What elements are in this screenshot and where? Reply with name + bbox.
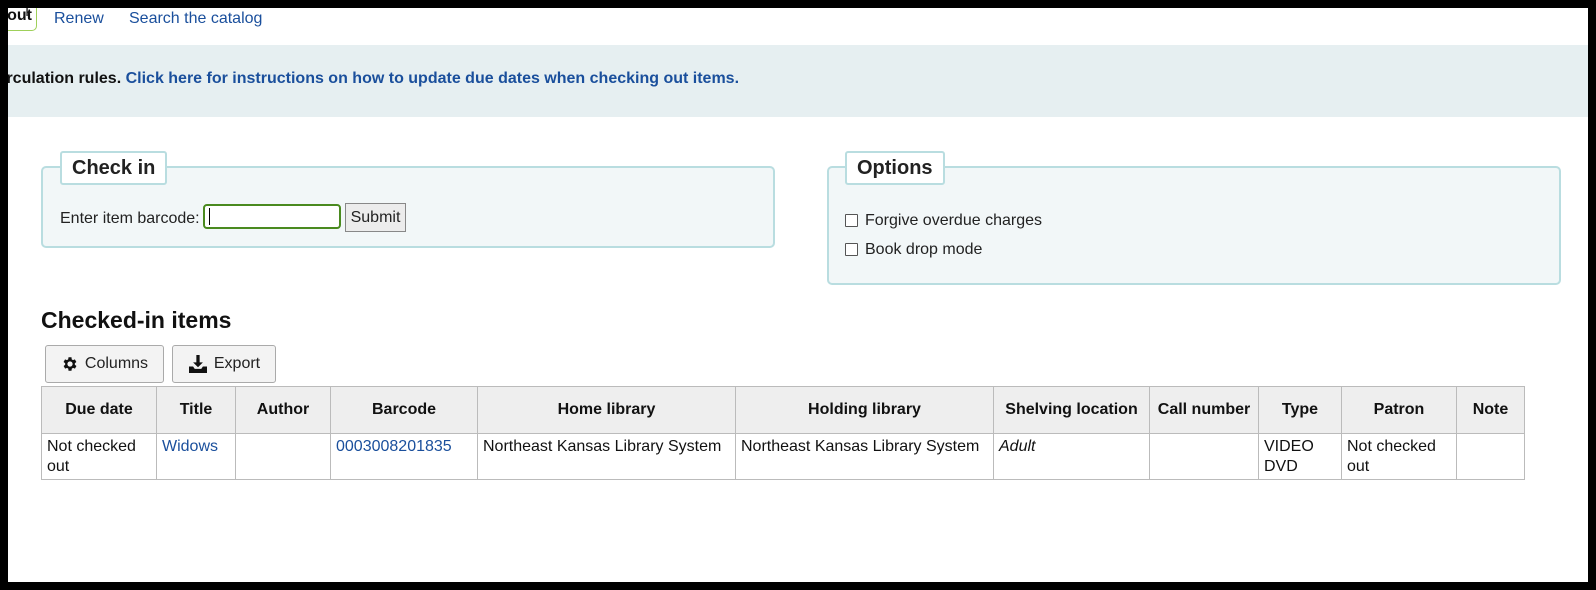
submit-button[interactable]: Submit xyxy=(345,203,406,232)
download-icon xyxy=(188,355,207,373)
header-patron[interactable]: Patron xyxy=(1341,386,1457,434)
header-note[interactable]: Note xyxy=(1456,386,1525,434)
text-cursor-icon: I xyxy=(25,8,30,20)
table-header-row: Due date Title Author Barcode Home libra… xyxy=(41,386,1525,434)
barcode-label: Enter item barcode: xyxy=(60,210,200,227)
gear-icon xyxy=(63,357,77,371)
header-call-number[interactable]: Call number xyxy=(1149,386,1259,434)
barcode-input[interactable] xyxy=(203,204,341,229)
checked-in-table: Due date Title Author Barcode Home libra… xyxy=(41,386,1525,480)
nav-link-search-catalog[interactable]: Search the catalog xyxy=(129,10,262,28)
export-button[interactable]: Export xyxy=(172,345,276,383)
cell-patron: Not checked out xyxy=(1341,433,1457,480)
columns-button-label: Columns xyxy=(84,355,149,372)
header-type[interactable]: Type xyxy=(1258,386,1342,434)
cell-author xyxy=(235,433,331,480)
checked-in-items-heading: Checked-in items xyxy=(41,307,232,333)
tab-checkout[interactable]: out xyxy=(8,8,37,31)
cell-barcode: 0003008201835 xyxy=(330,433,478,480)
header-author[interactable]: Author xyxy=(235,386,331,434)
page-viewport: out I Renew Search the catalog irculatio… xyxy=(8,8,1588,582)
options-legend: Options xyxy=(845,151,945,185)
header-title[interactable]: Title xyxy=(156,386,236,434)
input-caret xyxy=(209,208,210,225)
cell-due-date: Not checked out xyxy=(41,433,157,480)
cell-holding-library: Northeast Kansas Library System xyxy=(735,433,994,480)
header-shelving-location[interactable]: Shelving location xyxy=(993,386,1150,434)
export-button-label: Export xyxy=(213,355,261,372)
cell-type: VIDEO DVD xyxy=(1258,433,1342,480)
header-holding-library[interactable]: Holding library xyxy=(735,386,994,434)
nav-link-renew[interactable]: Renew xyxy=(54,10,104,28)
barcode-link[interactable]: 0003008201835 xyxy=(336,438,452,455)
columns-button[interactable]: Columns xyxy=(45,345,164,383)
banner-message: irculation rules. xyxy=(8,70,122,87)
checkin-fieldset: Check in Enter item barcode: Submit xyxy=(41,151,775,248)
cell-note xyxy=(1456,433,1525,480)
table-row: Not checked out Widows 0003008201835 Nor… xyxy=(41,433,1525,480)
checkin-legend: Check in xyxy=(60,151,168,185)
due-date-instructions-link[interactable]: Click here for instructions on how to up… xyxy=(126,70,739,87)
cell-home-library: Northeast Kansas Library System xyxy=(477,433,736,480)
forgive-overdue-label: Forgive overdue charges xyxy=(865,212,1042,229)
cell-shelving-location: Adult xyxy=(993,433,1150,480)
cell-call-number xyxy=(1149,433,1259,480)
forgive-overdue-checkbox[interactable] xyxy=(845,214,858,227)
title-link[interactable]: Widows xyxy=(162,438,218,455)
circulation-nav: out I Renew Search the catalog xyxy=(8,8,1588,45)
header-barcode[interactable]: Barcode xyxy=(330,386,478,434)
book-drop-checkbox[interactable] xyxy=(845,243,858,256)
header-due-date[interactable]: Due date xyxy=(41,386,157,434)
options-fieldset: Options Forgive overdue charges Book dro… xyxy=(827,151,1561,285)
cell-title: Widows xyxy=(156,433,236,480)
header-home-library[interactable]: Home library xyxy=(477,386,736,434)
message-banner: irculation rules. Click here for instruc… xyxy=(8,45,1588,117)
book-drop-label: Book drop mode xyxy=(865,241,983,258)
